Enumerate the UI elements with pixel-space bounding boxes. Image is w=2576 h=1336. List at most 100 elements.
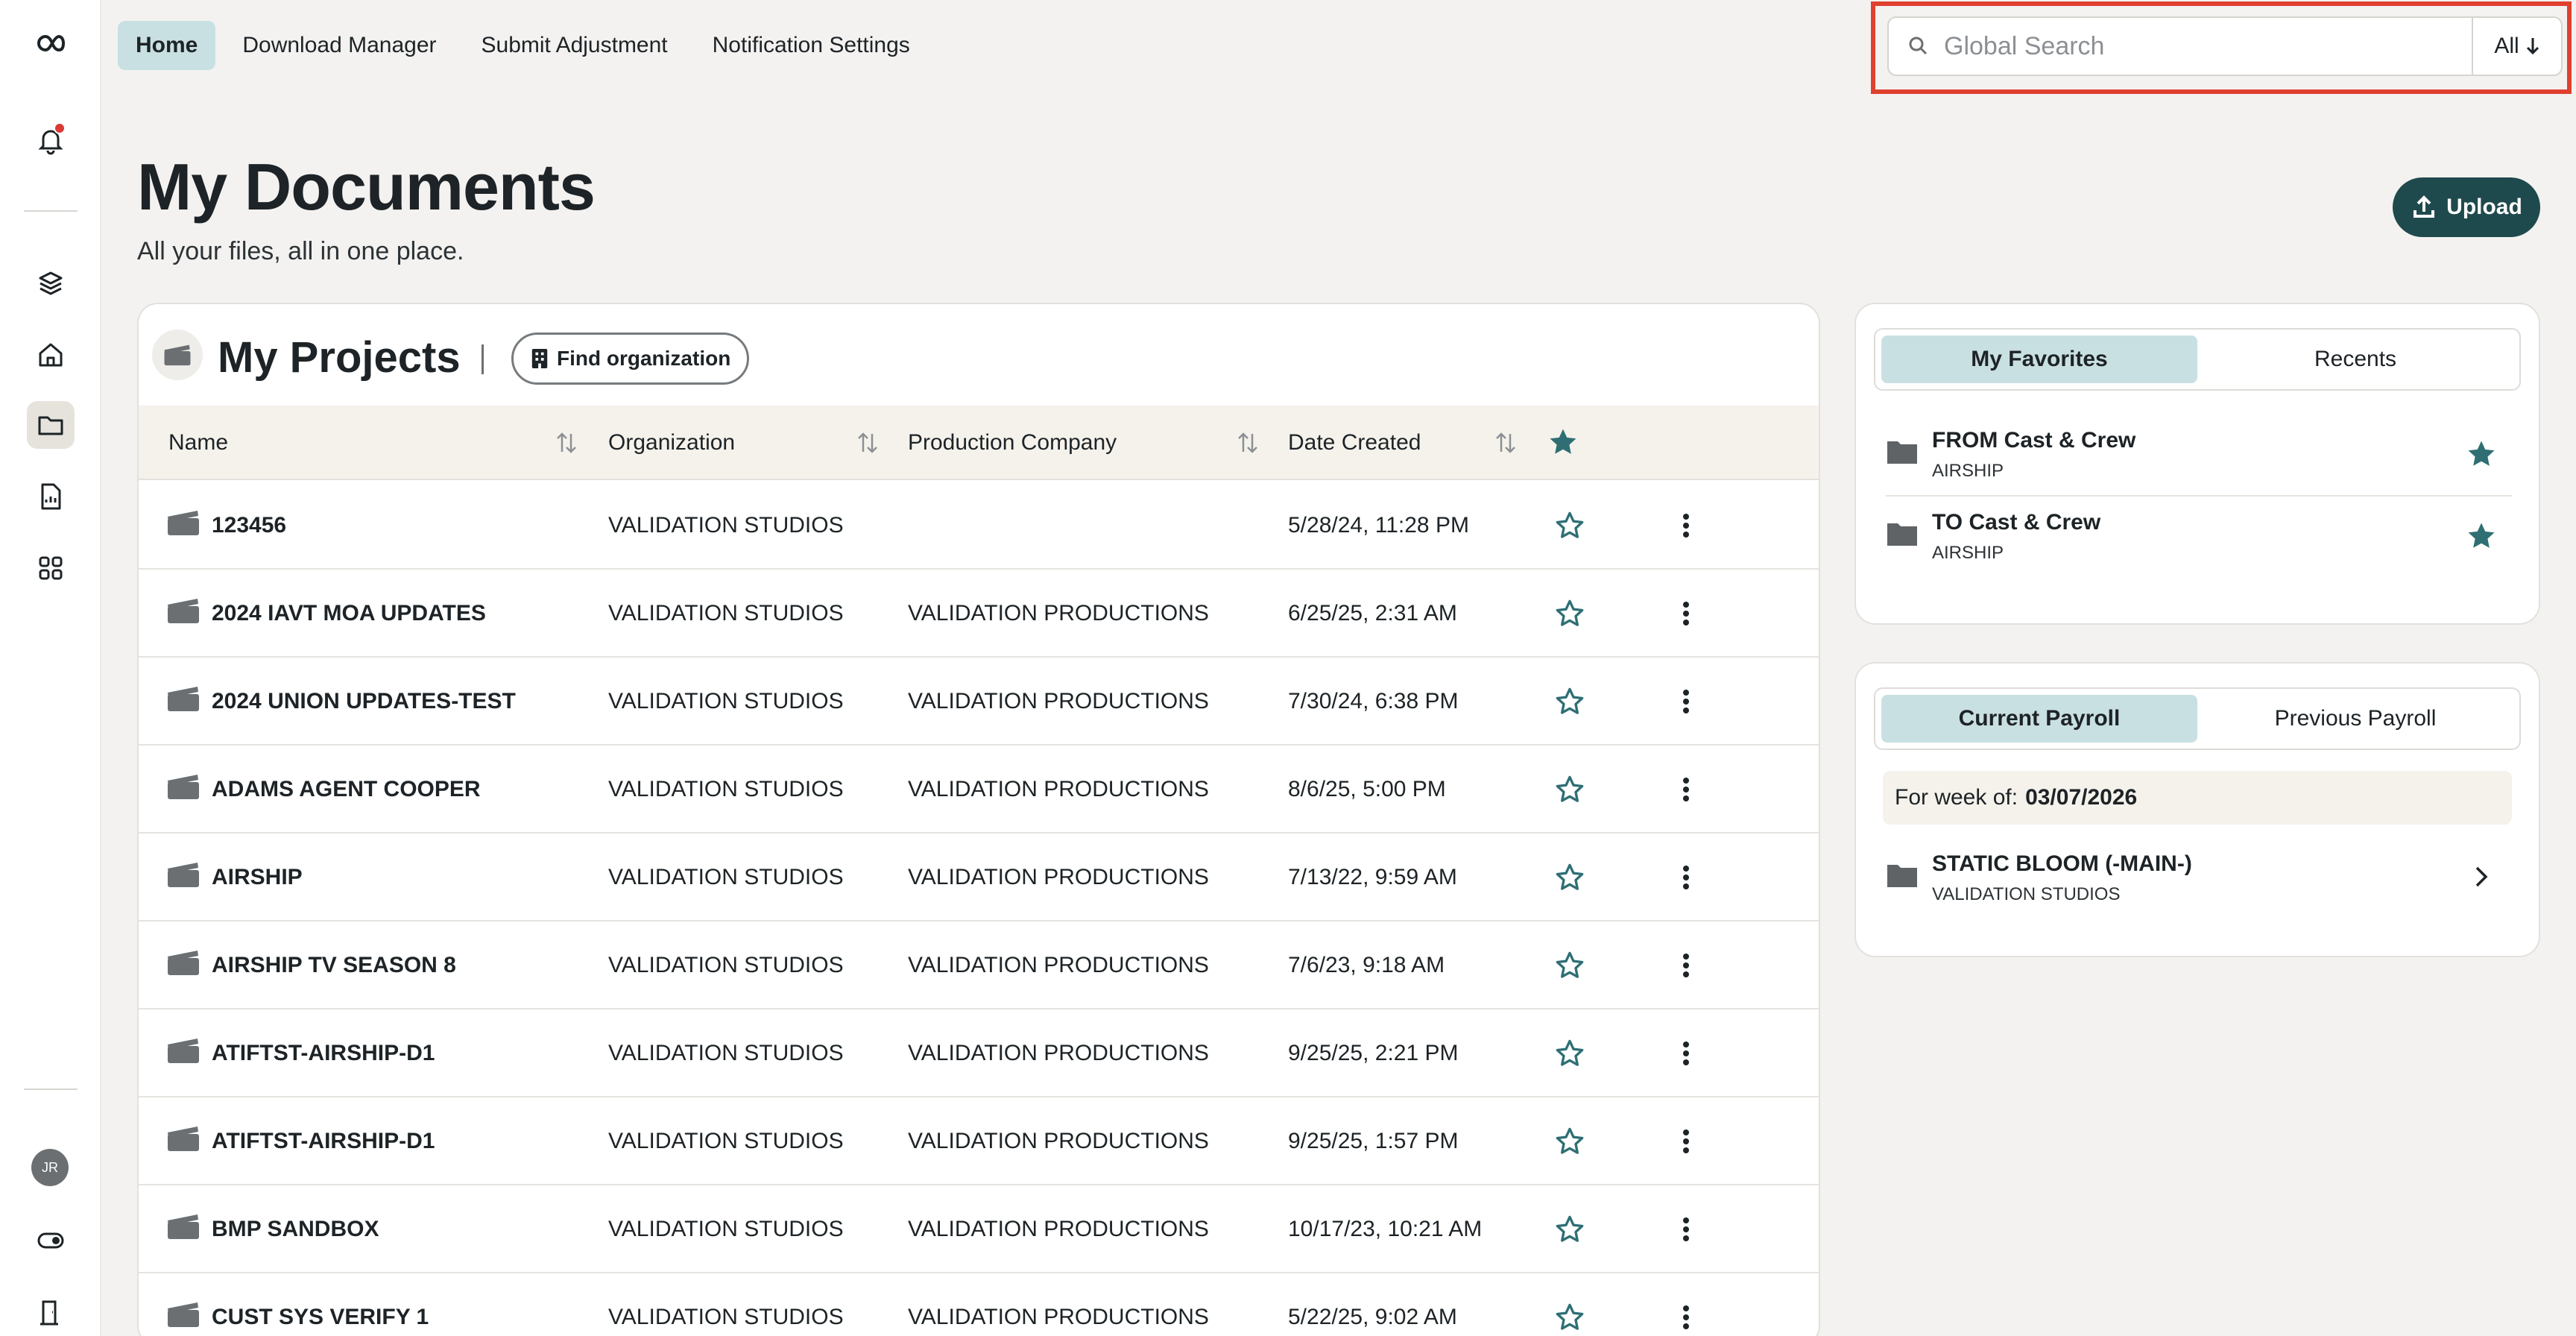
star-outline-icon[interactable]	[1555, 482, 1585, 570]
project-name-cell[interactable]: ATIFTST-AIRSHIP-D1	[165, 1097, 435, 1185]
star-outline-icon[interactable]	[1555, 1273, 1585, 1336]
more-options-icon[interactable]	[1680, 921, 1692, 1009]
production-company-cell: VALIDATION PRODUCTIONS	[908, 601, 1209, 626]
star-outline-icon[interactable]	[1555, 746, 1585, 834]
clapperboard-icon	[165, 948, 201, 983]
more-options-icon[interactable]	[1680, 1185, 1692, 1273]
table-row[interactable]: ATIFTST-AIRSHIP-D1 VALIDATION STUDIOS VALI…	[139, 1097, 1819, 1185]
favorite-item[interactable]: TO Cast & Crew AIRSHIP	[1886, 498, 2512, 579]
star-filled-icon[interactable]	[1547, 426, 1579, 458]
tab-current-payroll[interactable]: Current Payroll	[1881, 695, 2197, 743]
folder-icon[interactable]	[27, 401, 75, 449]
more-options-icon[interactable]	[1680, 1097, 1692, 1185]
favorite-name: TO Cast & Crew	[1932, 510, 2101, 535]
table-header: Name Organization Production Company Dat…	[139, 406, 1819, 480]
table-row[interactable]: 2024 IAVT MOA UPDATES VALIDATION STUDIOS V…	[139, 570, 1819, 658]
apps-grid-icon[interactable]	[27, 544, 75, 592]
star-outline-icon[interactable]	[1555, 921, 1585, 1009]
column-header-date-created[interactable]: Date Created	[1288, 406, 1421, 480]
chevron-right-icon[interactable]	[2470, 862, 2493, 892]
tab-my-favorites[interactable]: My Favorites	[1881, 335, 2197, 383]
global-search-field[interactable]	[1887, 16, 2516, 76]
date-created-cell: 7/30/24, 6:38 PM	[1288, 689, 1459, 713]
home-icon[interactable]	[27, 331, 75, 379]
folder-icon	[1887, 865, 1917, 887]
layers-icon[interactable]	[27, 259, 75, 307]
project-name-cell[interactable]: AIRSHIP TV SEASON 8	[165, 921, 456, 1009]
date-created-cell: 9/25/25, 2:21 PM	[1288, 1041, 1459, 1065]
more-options-icon[interactable]	[1680, 570, 1692, 658]
star-outline-icon[interactable]	[1555, 570, 1585, 658]
star-filled-icon[interactable]	[2466, 520, 2497, 552]
project-name-cell[interactable]: AIRSHIP	[165, 834, 303, 921]
table-row[interactable]: ATIFTST-AIRSHIP-D1 VALIDATION STUDIOS VALI…	[139, 1009, 1819, 1097]
sidebar-divider-bottom	[24, 1088, 78, 1090]
bell-icon[interactable]	[27, 116, 75, 164]
report-icon[interactable]	[27, 473, 75, 520]
more-options-icon[interactable]	[1680, 746, 1692, 834]
clapperboard-icon	[165, 1211, 201, 1247]
star-outline-icon[interactable]	[1555, 658, 1585, 746]
payroll-item[interactable]: STATIC BLOOM (-MAIN-) VALIDATION STUDIOS	[1886, 839, 2512, 920]
more-options-icon[interactable]	[1680, 1273, 1692, 1336]
production-company-cell: VALIDATION PRODUCTIONS	[908, 1041, 1209, 1065]
tab-notification-settings[interactable]: Notification Settings	[695, 21, 928, 70]
upload-button[interactable]: Upload	[2393, 177, 2540, 237]
search-scope-dropdown[interactable]: All	[2472, 16, 2563, 76]
sort-icon[interactable]	[1234, 429, 1261, 456]
clapperboard-icon	[165, 684, 201, 719]
logo-icon[interactable]	[27, 19, 75, 67]
table-row[interactable]: 2024 UNION UPDATES-TEST VALIDATION STUDIO…	[139, 658, 1819, 746]
sort-icon[interactable]	[553, 429, 580, 456]
search-input[interactable]	[1944, 31, 2496, 61]
table-row[interactable]: AIRSHIP TV SEASON 8 VALIDATION STUDIOS VAL…	[139, 921, 1819, 1009]
more-options-icon[interactable]	[1680, 834, 1692, 921]
tab-previous-payroll[interactable]: Previous Payroll	[2197, 695, 2513, 743]
column-header-organization[interactable]: Organization	[608, 406, 735, 480]
avatar[interactable]: JR	[31, 1149, 69, 1186]
table-row[interactable]: AIRSHIP VALIDATION STUDIOS VALIDATION PROD…	[139, 834, 1819, 921]
table-row[interactable]: BMP SANDBOX VALIDATION STUDIOS VALIDATION …	[139, 1185, 1819, 1273]
projects-title: My Projects	[218, 333, 461, 382]
project-name-cell[interactable]: 2024 IAVT MOA UPDATES	[165, 570, 486, 658]
tab-submit-adjustment[interactable]: Submit Adjustment	[464, 21, 686, 70]
project-name-cell[interactable]: ATIFTST-AIRSHIP-D1	[165, 1009, 435, 1097]
folder-icon	[1887, 523, 1917, 546]
table-row[interactable]: ADAMS AGENT COOPER VALIDATION STUDIOS VALI…	[139, 746, 1819, 834]
favorite-item[interactable]: FROM Cast & Crew AIRSHIP	[1886, 416, 2512, 497]
exit-door-icon[interactable]	[27, 1288, 75, 1336]
upload-label: Upload	[2446, 195, 2522, 219]
project-name-cell[interactable]: ADAMS AGENT COOPER	[165, 746, 481, 834]
project-name: ATIFTST-AIRSHIP-D1	[212, 1041, 435, 1065]
production-company-cell: VALIDATION PRODUCTIONS	[908, 689, 1209, 713]
star-outline-icon[interactable]	[1555, 1185, 1585, 1273]
sort-icon[interactable]	[854, 429, 881, 456]
star-filled-icon[interactable]	[2466, 438, 2497, 470]
production-company-cell: VALIDATION PRODUCTIONS	[908, 865, 1209, 889]
table-row[interactable]: 123456 VALIDATION STUDIOS 5/28/24, 11:28 P…	[139, 482, 1819, 570]
column-header-production-company[interactable]: Production Company	[908, 406, 1117, 480]
more-options-icon[interactable]	[1680, 1009, 1692, 1097]
more-options-icon[interactable]	[1680, 658, 1692, 746]
project-name-cell[interactable]: 2024 UNION UPDATES-TEST	[165, 658, 516, 746]
table-row[interactable]: CUST SYS VERIFY 1 VALIDATION STUDIOS VALID…	[139, 1273, 1819, 1336]
star-outline-icon[interactable]	[1555, 1097, 1585, 1185]
tab-download-manager[interactable]: Download Manager	[224, 21, 454, 70]
star-outline-icon[interactable]	[1555, 1009, 1585, 1097]
more-options-icon[interactable]	[1680, 482, 1692, 570]
star-outline-icon[interactable]	[1555, 834, 1585, 921]
tab-home[interactable]: Home	[118, 21, 216, 70]
clapperboard-icon	[165, 1299, 201, 1335]
favorite-name: FROM Cast & Crew	[1932, 428, 2136, 453]
column-header-name[interactable]: Name	[168, 406, 228, 480]
find-organization-button[interactable]: Find organization	[511, 333, 750, 385]
project-name-cell[interactable]: 123456	[165, 482, 286, 570]
arrow-down-icon	[2526, 38, 2539, 55]
project-name: CUST SYS VERIFY 1	[212, 1305, 429, 1329]
search-scope-label: All	[2494, 34, 2519, 58]
project-name-cell[interactable]: BMP SANDBOX	[165, 1185, 379, 1273]
project-name-cell[interactable]: CUST SYS VERIFY 1	[165, 1273, 429, 1336]
toggle-icon[interactable]	[27, 1217, 75, 1264]
sort-icon[interactable]	[1492, 429, 1519, 456]
tab-recents[interactable]: Recents	[2197, 335, 2513, 383]
